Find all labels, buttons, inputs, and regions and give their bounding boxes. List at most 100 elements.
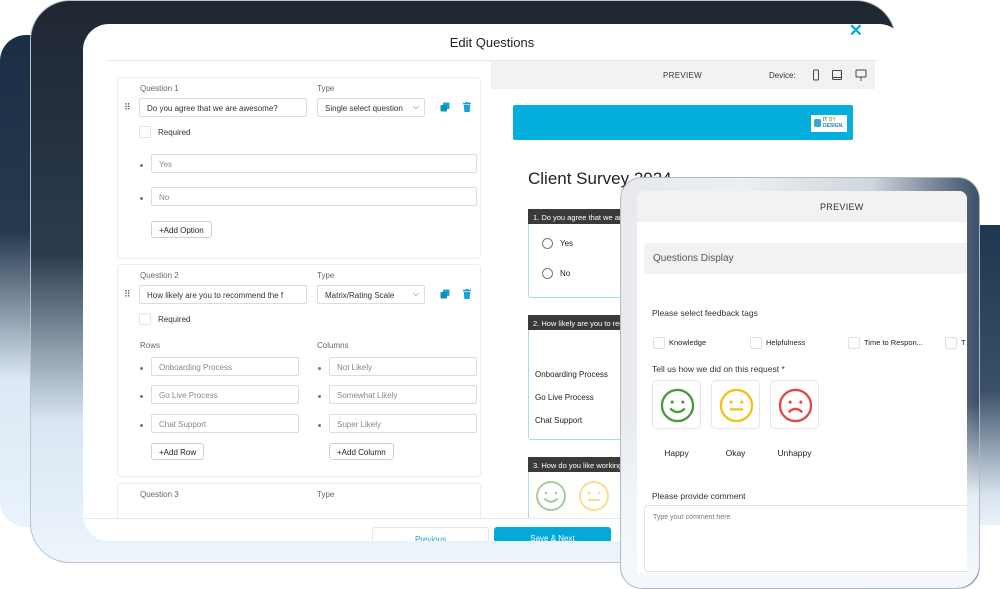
bullet [318, 424, 321, 427]
tag-checkbox[interactable] [750, 337, 762, 349]
rating-label: Happy [664, 448, 689, 458]
company-logo: IT BY DESIGN. [811, 115, 847, 132]
section-title: Questions Display [653, 253, 734, 264]
modal-header: Edit Questions ✕ [107, 24, 877, 61]
save-next-button[interactable]: Save & Next [494, 527, 611, 541]
radio-label: Yes [560, 239, 574, 248]
tablet-frame: PREVIEW Questions Display Please select … [620, 177, 980, 589]
option-input[interactable]: No [151, 187, 477, 206]
bullet [318, 367, 321, 370]
add-column-button[interactable]: +Add Column [329, 443, 394, 460]
tags-prompt: Please select feedback tags [652, 308, 758, 318]
add-row-button[interactable]: +Add Row [151, 443, 205, 460]
happy-face-icon[interactable] [535, 480, 567, 512]
close-icon[interactable]: ✕ [849, 24, 863, 41]
duplicate-icon[interactable] [440, 102, 450, 112]
required-checkbox[interactable] [139, 313, 151, 325]
row-input[interactable]: Onboarding Process [151, 357, 299, 376]
required-checkbox[interactable] [139, 126, 151, 138]
question-card-1: Question 1 Type ⠿ Do you agree that we a… [117, 77, 481, 259]
survey-banner: IT BY DESIGN. [513, 105, 853, 140]
row-input[interactable]: Go Live Process [151, 385, 299, 404]
trash-icon[interactable] [462, 289, 472, 299]
chevron-down-icon: ⌵ [412, 102, 419, 111]
tag-checkbox[interactable] [848, 337, 860, 349]
question-type-select[interactable]: Matrix/Rating Scale ⌵ [317, 285, 425, 304]
trash-icon[interactable] [462, 102, 472, 112]
tag-checkbox[interactable] [653, 337, 665, 349]
comment-prompt: Please provide comment [652, 491, 746, 501]
chevron-down-icon: ⌵ [412, 289, 419, 298]
sad-face-icon [778, 388, 813, 423]
question-editor: Question 1 Type ⠿ Do you agree that we a… [107, 61, 491, 521]
bullet [140, 424, 143, 427]
column-input[interactable]: Somewhat Likely [329, 385, 477, 404]
preview-label: PREVIEW [820, 202, 864, 212]
drag-handle-icon[interactable]: ⠿ [124, 102, 131, 112]
rating-option-unhappy[interactable] [770, 380, 819, 429]
mobile-device-icon[interactable] [810, 69, 822, 81]
type-label: Type [317, 84, 335, 93]
bullet [140, 367, 143, 370]
logo-mark-icon [814, 119, 821, 127]
rows-label: Rows [140, 341, 161, 350]
neutral-face-icon[interactable] [578, 480, 610, 512]
radio-no[interactable] [542, 268, 553, 279]
radio-yes[interactable] [542, 238, 553, 249]
question-label: Question 2 [140, 271, 179, 280]
question-type-select[interactable]: Single select question ⌵ [317, 98, 425, 117]
radio-label: No [560, 269, 571, 278]
question-label: Question 3 [140, 490, 179, 499]
rating-label: Unhappy [777, 448, 812, 458]
question-card-2: Question 2 Type ⠿ How likely are you to … [117, 264, 481, 477]
question-type-value: Single select question [325, 104, 403, 113]
previous-button[interactable]: Previous [372, 527, 489, 541]
column-input[interactable]: Not Likely [329, 357, 477, 376]
tag-label: Knowledge [669, 338, 707, 347]
question-type-value: Matrix/Rating Scale [325, 291, 395, 300]
question-text-input[interactable]: How likely are you to recommend the f [139, 285, 307, 304]
tag-label: Time to Respon... [864, 338, 923, 347]
tag-checkbox[interactable] [945, 337, 957, 349]
tablet-preview-toolbar: PREVIEW [637, 191, 967, 222]
duplicate-icon[interactable] [440, 289, 450, 299]
type-label: Type [317, 490, 335, 499]
option-input[interactable]: Yes [151, 154, 477, 173]
rating-label: Okay [725, 448, 746, 458]
drag-handle-icon[interactable]: ⠿ [124, 289, 131, 299]
rating-option-okay[interactable] [711, 380, 760, 429]
preview-label: PREVIEW [663, 71, 702, 80]
question-text-input[interactable]: Do you agree that we are awesome? [139, 98, 307, 117]
bullet [318, 395, 321, 398]
neutral-face-icon [719, 388, 754, 423]
modal-title: Edit Questions [449, 35, 535, 50]
required-label: Required [158, 315, 191, 324]
matrix-row-label: Chat Support [535, 416, 583, 425]
rating-prompt: Tell us how we did on this request * [652, 364, 785, 374]
question-card-3: Question 3 Type [117, 483, 481, 521]
tablet-device-icon[interactable] [831, 69, 843, 81]
preview-toolbar: PREVIEW Device: [491, 61, 875, 89]
logo-text-design: DESIGN. [823, 123, 844, 129]
tablet-preview-screen: PREVIEW Questions Display Please select … [637, 191, 967, 573]
row-input[interactable]: Chat Support [151, 414, 299, 433]
add-option-button[interactable]: +Add Option [151, 221, 212, 238]
bullet [140, 197, 143, 200]
matrix-row-label: Go Live Process [535, 393, 594, 402]
type-label: Type [317, 271, 335, 280]
matrix-row-label: Onboarding Process [535, 370, 608, 379]
column-input[interactable]: Super Likely [329, 414, 477, 433]
desktop-device-icon[interactable] [855, 69, 867, 81]
rating-option-happy[interactable] [652, 380, 701, 429]
device-label: Device: [769, 71, 796, 80]
columns-label: Columns [317, 341, 349, 350]
tag-label: T [961, 338, 966, 347]
question-label: Question 1 [140, 84, 179, 93]
required-label: Required [158, 128, 191, 137]
bullet [140, 164, 143, 167]
happy-face-icon [660, 388, 695, 423]
questions-display-section: Questions Display [644, 243, 967, 274]
comment-textarea[interactable]: Type your comment here [644, 505, 967, 572]
tag-label: Helpfulness [766, 338, 806, 347]
bullet [140, 395, 143, 398]
